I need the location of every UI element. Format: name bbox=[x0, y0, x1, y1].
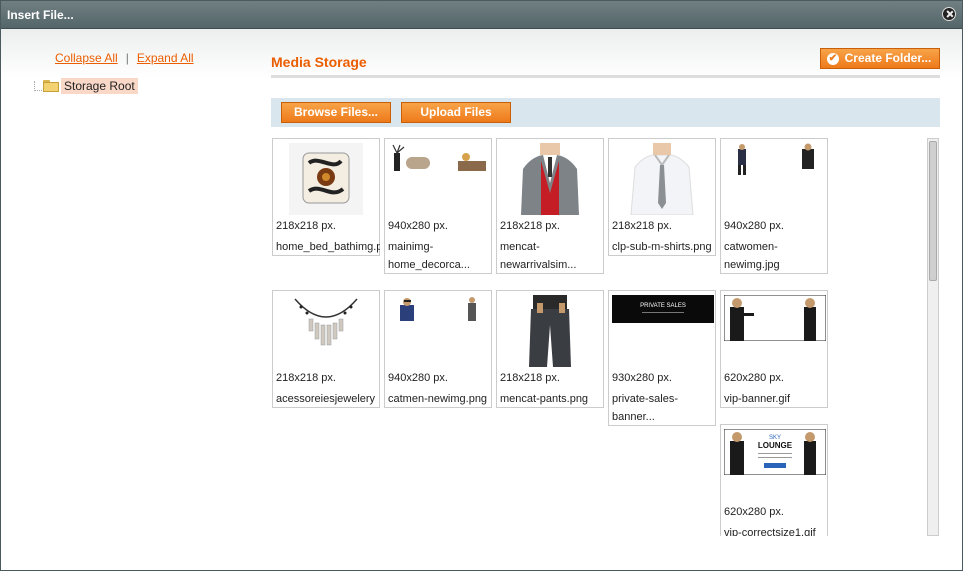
file-name: home_bed_bathimg.p bbox=[276, 241, 380, 253]
file-dimensions: 620x280 px. bbox=[724, 372, 784, 384]
file-item[interactable]: 940x280 px. catmen-newimg.png bbox=[384, 290, 492, 408]
file-thumbnail bbox=[289, 143, 363, 215]
file-item[interactable]: 218x218 px. mencat-pants.png bbox=[496, 290, 604, 408]
expand-all-link[interactable]: Expand All bbox=[137, 51, 194, 65]
create-folder-button[interactable]: ✔ Create Folder... bbox=[820, 48, 940, 69]
file-dimensions: 620x280 px. bbox=[724, 506, 784, 518]
title-divider bbox=[271, 75, 940, 78]
file-dimensions: 218x218 px. bbox=[612, 220, 672, 232]
file-grid: 218x218 px. home_bed_bathimg.p 940x280 p… bbox=[271, 138, 927, 536]
file-name: catwomen-newimg.jpg bbox=[724, 241, 780, 271]
scrollbar-thumb[interactable] bbox=[929, 141, 937, 281]
file-dimensions: 940x280 px. bbox=[388, 372, 448, 384]
file-thumbnail bbox=[724, 143, 826, 175]
file-dimensions: 940x280 px. bbox=[388, 220, 448, 232]
file-name: mencat-pants.png bbox=[500, 393, 589, 405]
check-circle-icon: ✔ bbox=[827, 53, 839, 65]
file-dimensions: 218x218 px. bbox=[276, 220, 336, 232]
private-sales-logo-text: PRIVATE SALES bbox=[640, 303, 686, 309]
file-thumbnail bbox=[388, 295, 490, 327]
file-item[interactable]: 218x218 px. mencat-newarrivalsim... bbox=[496, 138, 604, 274]
tree-connector bbox=[34, 81, 42, 91]
dialog-title: Insert File... bbox=[7, 8, 74, 22]
folder-icon bbox=[43, 80, 59, 92]
file-name: catmen-newimg.png bbox=[388, 393, 488, 405]
close-icon[interactable] bbox=[942, 7, 956, 21]
tree-controls: Collapse All | Expand All bbox=[55, 51, 194, 65]
file-dimensions: 218x218 px. bbox=[500, 372, 560, 384]
upload-files-button[interactable]: Upload Files bbox=[401, 102, 511, 123]
file-toolbar: Browse Files... Upload Files bbox=[271, 98, 940, 127]
link-separator: | bbox=[125, 51, 129, 65]
file-item[interactable]: 940x280 px. mainimg-home_decorca... bbox=[384, 138, 492, 274]
lounge-logo-text: LOUNGE bbox=[758, 441, 793, 450]
file-dimensions: 218x218 px. bbox=[500, 220, 560, 232]
vertical-scrollbar[interactable] bbox=[927, 138, 939, 536]
file-name: acessoreiesjewelery bbox=[276, 393, 376, 405]
file-item[interactable]: 218x218 px. home_bed_bathimg.p bbox=[272, 138, 380, 256]
dialog-body: Collapse All | Expand All Storage Root Med… bbox=[1, 29, 962, 570]
file-thumbnail bbox=[724, 295, 826, 341]
file-item[interactable]: SKY LOUNGE 620x280 px. vip-correctsize1.… bbox=[720, 424, 828, 536]
file-thumbnail: PRIVATE SALES bbox=[612, 295, 714, 323]
file-thumbnail bbox=[388, 143, 490, 175]
file-dimensions: 940x280 px. bbox=[724, 220, 784, 232]
file-name: mencat-newarrivalsim... bbox=[500, 241, 577, 271]
file-thumbnail bbox=[513, 295, 587, 367]
file-thumbnail: SKY LOUNGE bbox=[724, 429, 826, 475]
file-name: private-sales-banner... bbox=[612, 393, 679, 423]
file-thumbnail bbox=[513, 143, 587, 215]
insert-file-dialog: Insert File... Collapse All | Expand All S… bbox=[0, 0, 963, 571]
dialog-titlebar: Insert File... bbox=[1, 1, 962, 29]
file-name: clp-sub-m-shirts.png bbox=[612, 241, 712, 253]
create-folder-label: Create Folder... bbox=[844, 51, 932, 65]
file-name: vip-correctsize1.gif bbox=[724, 527, 816, 536]
file-item[interactable]: 940x280 px. catwomen-newimg.jpg bbox=[720, 138, 828, 274]
file-item[interactable]: 218x218 px. acessoreiesjewelery bbox=[272, 290, 380, 408]
tree-item-storage-root[interactable]: Storage Root bbox=[34, 78, 138, 94]
file-dimensions: 930x280 px. bbox=[612, 372, 672, 384]
file-name: vip-banner.gif bbox=[724, 393, 791, 405]
file-thumbnail bbox=[625, 143, 699, 215]
file-item[interactable]: PRIVATE SALES 930x280 px. private-sales-… bbox=[608, 290, 716, 426]
collapse-all-link[interactable]: Collapse All bbox=[55, 51, 118, 65]
file-item[interactable]: 218x218 px. clp-sub-m-shirts.png bbox=[608, 138, 716, 256]
tree-item-label: Storage Root bbox=[61, 78, 138, 94]
browse-files-button[interactable]: Browse Files... bbox=[281, 102, 391, 123]
file-item[interactable]: 620x280 px. vip-banner.gif bbox=[720, 290, 828, 408]
file-thumbnail bbox=[289, 295, 363, 367]
page-title: Media Storage bbox=[271, 54, 367, 70]
file-dimensions: 218x218 px. bbox=[276, 372, 336, 384]
file-name: mainimg-home_decorca... bbox=[388, 241, 470, 271]
